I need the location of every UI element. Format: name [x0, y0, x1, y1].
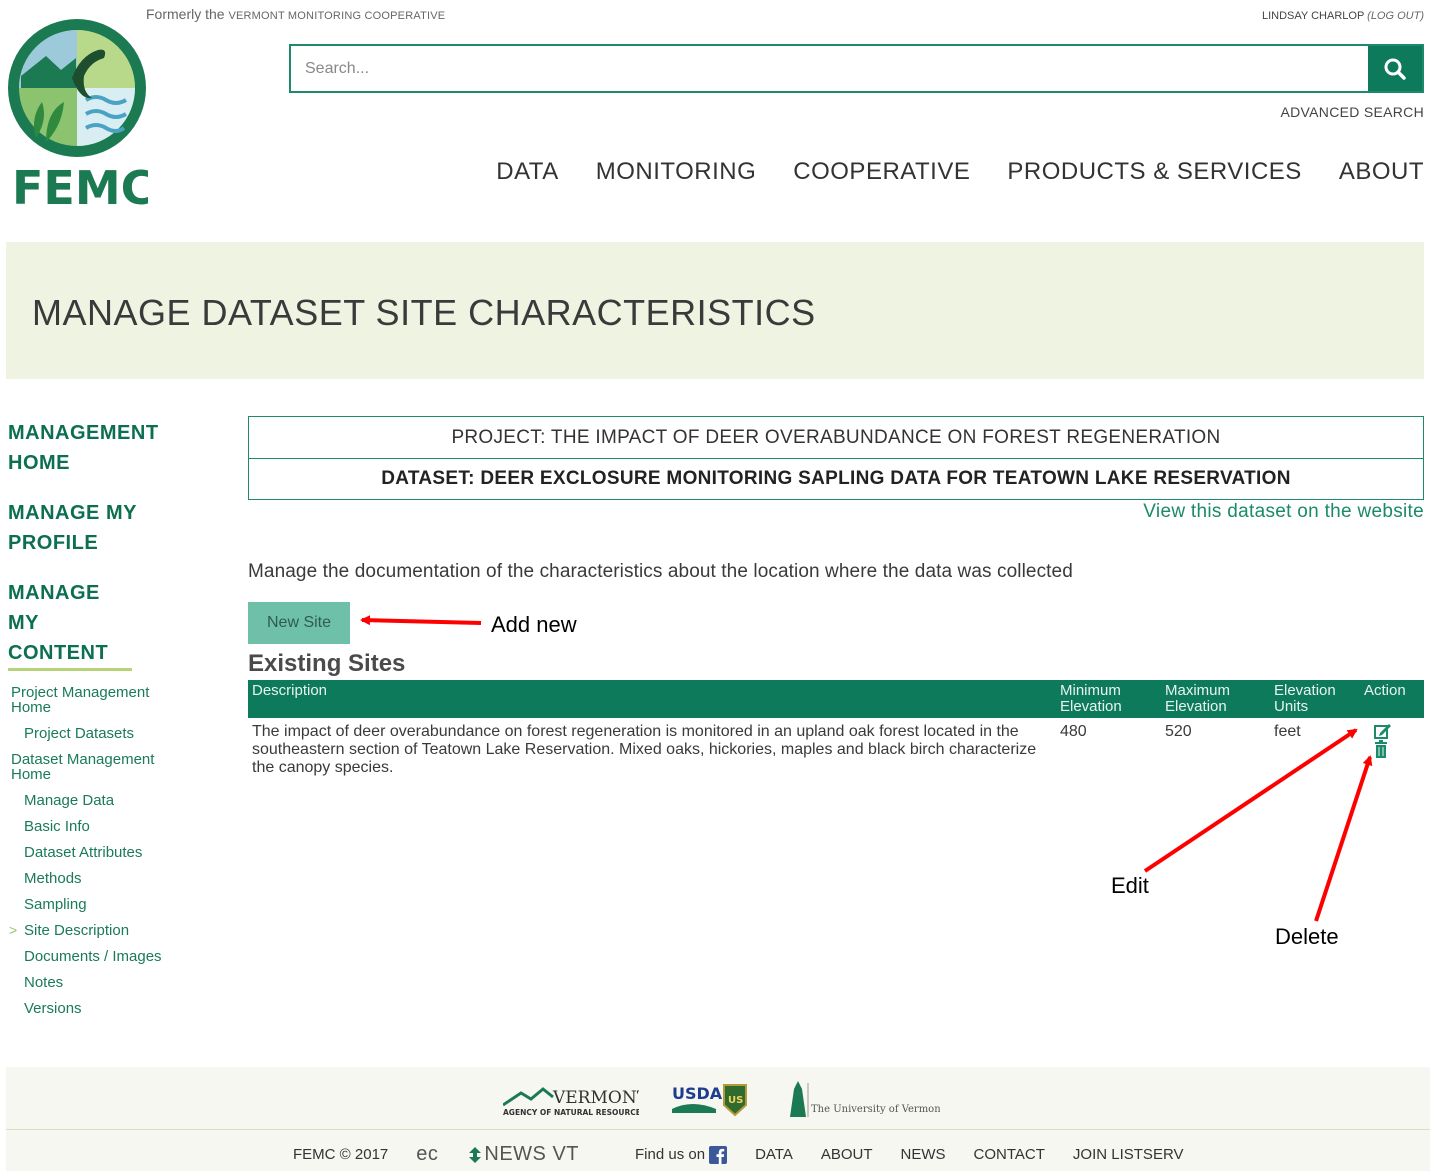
delete-trash-icon[interactable]	[1374, 740, 1388, 758]
table-header-row: Description Minimum Elevation Maximum El…	[248, 680, 1424, 718]
uvm-logo[interactable]: The University of Vermont	[780, 1081, 940, 1119]
site-description: The impact of deer overabundance on fore…	[252, 723, 1037, 776]
search-input[interactable]	[291, 46, 1368, 91]
nav-about[interactable]: ABOUT	[1339, 158, 1424, 186]
action-icons	[1364, 723, 1420, 758]
uvm-text: The University of Vermont	[811, 1104, 940, 1115]
footer-link-contact[interactable]: CONTACT	[974, 1146, 1045, 1163]
footer-divider	[6, 1129, 1430, 1130]
formerly-note: Formerly the VERMONT MONITORING COOPERAT…	[146, 6, 445, 22]
edit-icon[interactable]	[1374, 723, 1392, 739]
advanced-search-link[interactable]: ADVANCED SEARCH	[1281, 104, 1425, 120]
current-item-chevron-icon: >	[9, 922, 18, 938]
sidebar-item-project-management-home[interactable]: Project Management Home	[8, 685, 178, 715]
new-site-button[interactable]: New Site	[248, 602, 350, 644]
sidebar-manage-content[interactable]: MANAGE MY CONTENT	[8, 578, 132, 671]
sidebar-item-manage-data[interactable]: Manage Data	[8, 793, 208, 808]
vermont-anr-logo[interactable]: VERMONT AGENCY OF NATURAL RESOURCES	[503, 1083, 639, 1119]
formerly-name: VERMONT MONITORING COOPERATIVE	[228, 10, 446, 22]
ecnews-suffix: NEWS VT	[484, 1143, 580, 1165]
existing-sites-heading: Existing Sites	[248, 650, 406, 677]
facebook-icon	[709, 1145, 728, 1164]
search-button[interactable]	[1368, 46, 1422, 91]
sidebar-item-site-description[interactable]: Site Description	[8, 923, 208, 938]
site-actions	[1360, 718, 1424, 782]
main-nav: DATA MONITORING COOPERATIVE PRODUCTS & S…	[496, 158, 1424, 186]
ecnews-arrows-icon	[469, 1146, 482, 1163]
femc-logo[interactable]: FEMC	[6, 18, 148, 214]
col-max-elevation: Maximum Elevation	[1161, 680, 1270, 718]
usda-forest-service-logo[interactable]: USDA US	[670, 1081, 750, 1119]
user-name[interactable]: LINDSAY CHARLOP	[1262, 10, 1364, 22]
site-min-elevation: 480	[1060, 723, 1087, 740]
table-row: The impact of deer overabundance on fore…	[248, 718, 1424, 782]
search-icon	[1384, 58, 1406, 80]
annotation-edit: Edit	[1111, 873, 1149, 898]
nav-cooperative[interactable]: COOPERATIVE	[793, 158, 970, 186]
sidebar-item-versions[interactable]: Versions	[8, 1001, 208, 1016]
sidebar-item-project-datasets[interactable]: Project Datasets	[8, 726, 208, 741]
footer-link-news[interactable]: NEWS	[901, 1146, 946, 1163]
col-action: Action	[1360, 680, 1424, 718]
footer-link-about[interactable]: ABOUT	[821, 1146, 873, 1163]
find-us-text: Find us on	[635, 1146, 706, 1163]
page-title-banner: MANAGE DATASET SITE CHARACTERISTICS	[6, 242, 1424, 379]
logo-text: FEMC	[12, 161, 148, 214]
partner-logos: VERMONT AGENCY OF NATURAL RESOURCES USDA…	[6, 1081, 1430, 1121]
sidebar-manage-profile[interactable]: MANAGE MY PROFILE	[8, 498, 148, 558]
sidebar-item-sampling[interactable]: Sampling	[8, 897, 208, 912]
sidebar-item-dataset-attributes[interactable]: Dataset Attributes	[8, 845, 208, 860]
sidebar-item-notes[interactable]: Notes	[8, 975, 208, 990]
sidebar: MANAGEMENT HOME MANAGE MY PROFILE MANAGE…	[8, 418, 208, 1016]
usda-text: USDA	[672, 1084, 723, 1103]
facebook-link[interactable]: Find us on	[635, 1145, 728, 1164]
user-menu[interactable]: LINDSAY CHARLOP (LOG OUT)	[1262, 10, 1424, 22]
main-content: PROJECT: THE IMPACT OF DEER OVERABUNDANC…	[248, 416, 1424, 782]
project-title: PROJECT: THE IMPACT OF DEER OVERABUNDANC…	[451, 426, 1221, 448]
sidebar-item-methods[interactable]: Methods	[8, 871, 208, 886]
project-dataset-box: PROJECT: THE IMPACT OF DEER OVERABUNDANC…	[248, 416, 1424, 500]
sites-table: Description Minimum Elevation Maximum El…	[248, 680, 1424, 782]
sidebar-item-dataset-management-home[interactable]: Dataset Management Home	[8, 752, 178, 782]
footer-links: FEMC © 2017 ec NEWS VT Find us on DATA A…	[293, 1143, 1212, 1166]
footer-link-join-listserv[interactable]: JOIN LISTSERV	[1073, 1146, 1184, 1163]
dataset-title: DATASET: DEER EXCLOSURE MONITORING SAPLI…	[249, 458, 1423, 499]
annotation-add-new: Add new	[491, 612, 577, 637]
sidebar-item-basic-info[interactable]: Basic Info	[8, 819, 208, 834]
col-elevation-units: Elevation Units	[1270, 680, 1360, 718]
intro-text: Manage the documentation of the characte…	[248, 561, 1073, 582]
site-elevation-units: feet	[1274, 723, 1301, 740]
sidebar-item-documents-images[interactable]: Documents / Images	[8, 949, 208, 964]
view-dataset-link[interactable]: View this dataset on the website	[248, 501, 1424, 523]
nav-data[interactable]: DATA	[496, 158, 558, 186]
formerly-prefix: Formerly the	[146, 6, 225, 22]
site-max-elevation: 520	[1165, 723, 1192, 740]
col-description: Description	[248, 680, 1056, 718]
footer: VERMONT AGENCY OF NATURAL RESOURCES USDA…	[6, 1067, 1430, 1171]
sidebar-management-home[interactable]: MANAGEMENT HOME	[8, 418, 168, 478]
footer-copyright: FEMC © 2017	[293, 1146, 389, 1163]
econews-logo[interactable]: ec NEWS VT	[416, 1143, 607, 1166]
footer-link-data[interactable]: DATA	[755, 1146, 793, 1163]
vermont-subtext: AGENCY OF NATURAL RESOURCES	[503, 1108, 639, 1117]
vermont-text: VERMONT	[552, 1088, 639, 1108]
search-bar	[289, 44, 1424, 93]
nav-products-services[interactable]: PRODUCTS & SERVICES	[1007, 158, 1301, 186]
ecnews-prefix: ec	[416, 1143, 439, 1165]
page-title: MANAGE DATASET SITE CHARACTERISTICS	[32, 292, 816, 333]
logout-link[interactable]: (LOG OUT)	[1367, 10, 1424, 22]
us-shield-text: US	[728, 1095, 743, 1106]
annotation-delete: Delete	[1275, 924, 1339, 949]
nav-monitoring[interactable]: MONITORING	[596, 158, 757, 186]
col-min-elevation: Minimum Elevation	[1056, 680, 1161, 718]
